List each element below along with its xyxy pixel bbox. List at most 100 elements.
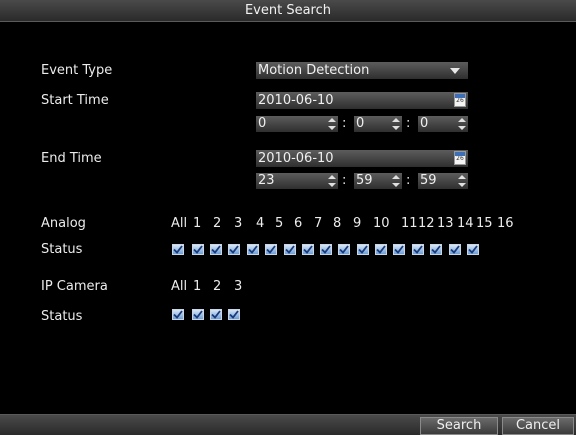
checkmark-icon <box>193 245 203 254</box>
checkmark-icon <box>193 310 203 319</box>
checkmark-icon <box>450 245 460 254</box>
end-hour-value: 23 <box>258 173 275 188</box>
channel-number-label: 1 <box>193 279 202 294</box>
channel-number-label: 4 <box>256 216 265 231</box>
channel-all-label: All <box>171 216 188 231</box>
analog-label: Analog <box>41 216 86 231</box>
channel-checkbox[interactable] <box>393 244 405 255</box>
checkmark-icon <box>303 245 313 254</box>
start-date-value: 2010-06-10 <box>258 93 334 108</box>
checkmark-icon <box>229 245 239 254</box>
event-search-window: Event Search Event Type Motion Detection… <box>0 0 576 435</box>
spin-arrows-icon[interactable] <box>328 118 336 130</box>
spin-arrows-icon[interactable] <box>392 118 400 130</box>
window-title: Event Search <box>244 3 332 18</box>
end-second-value: 59 <box>420 173 437 188</box>
time-separator: : <box>342 116 347 131</box>
checkmark-icon <box>468 245 478 254</box>
checkmark-icon <box>266 245 276 254</box>
end-date-value: 2010-06-10 <box>258 151 334 166</box>
channel-number-label: 11 <box>401 216 418 231</box>
channel-checkbox[interactable] <box>192 244 204 255</box>
checkmark-icon <box>358 245 368 254</box>
spin-arrows-icon[interactable] <box>458 175 466 187</box>
search-button[interactable]: Search <box>420 417 498 435</box>
channel-checkbox[interactable] <box>192 309 204 320</box>
start-minute-spinbox[interactable]: 0 <box>354 116 402 132</box>
channel-number-label: 9 <box>353 216 362 231</box>
calendar-icon[interactable]: 26 <box>454 93 466 107</box>
channel-checkbox[interactable] <box>412 244 424 255</box>
end-second-spinbox[interactable]: 59 <box>418 173 468 189</box>
event-type-value: Motion Detection <box>258 63 370 78</box>
analog-status-label: Status <box>41 242 83 257</box>
channel-checkbox[interactable] <box>375 244 387 255</box>
channel-checkbox[interactable] <box>210 309 222 320</box>
checkmark-icon <box>211 245 221 254</box>
channel-all-checkbox[interactable] <box>172 244 184 255</box>
channel-checkbox[interactable] <box>210 244 222 255</box>
channel-number-label: 14 <box>457 216 474 231</box>
start-date-field[interactable]: 2010-06-10 26 <box>256 92 468 109</box>
channel-number-label: 1 <box>193 216 202 231</box>
time-separator: : <box>406 116 411 131</box>
checkmark-icon <box>394 245 404 254</box>
spin-arrows-icon[interactable] <box>392 175 400 187</box>
bottom-bar: Search Cancel <box>0 414 576 435</box>
channel-number-label: 5 <box>275 216 284 231</box>
checkmark-icon <box>211 310 221 319</box>
channel-checkbox[interactable] <box>247 244 259 255</box>
title-bar: Event Search <box>0 0 576 22</box>
start-hour-spinbox[interactable]: 0 <box>256 116 338 132</box>
spin-arrows-icon[interactable] <box>328 175 336 187</box>
checkmark-icon <box>321 245 331 254</box>
channel-all-checkbox[interactable] <box>172 309 184 320</box>
end-minute-spinbox[interactable]: 59 <box>354 173 402 189</box>
channel-number-label: 6 <box>294 216 303 231</box>
calendar-icon[interactable]: 26 <box>454 151 466 165</box>
event-type-dropdown[interactable]: Motion Detection <box>256 62 468 79</box>
ip-camera-status-label: Status <box>41 309 83 324</box>
channel-number-label: 7 <box>314 216 323 231</box>
channel-checkbox[interactable] <box>357 244 369 255</box>
channel-checkbox[interactable] <box>228 244 240 255</box>
start-second-value: 0 <box>420 116 429 131</box>
checkmark-icon <box>339 245 349 254</box>
channel-number-label: 2 <box>213 279 222 294</box>
channel-checkbox[interactable] <box>284 244 296 255</box>
checkmark-icon <box>173 310 183 319</box>
chevron-down-icon <box>450 68 460 74</box>
channel-checkbox[interactable] <box>265 244 277 255</box>
time-separator: : <box>342 173 347 188</box>
end-date-field[interactable]: 2010-06-10 26 <box>256 150 468 167</box>
checkmark-icon <box>248 245 258 254</box>
checkmark-icon <box>376 245 386 254</box>
end-hour-spinbox[interactable]: 23 <box>256 173 338 189</box>
checkmark-icon <box>413 245 423 254</box>
channel-checkbox[interactable] <box>430 244 442 255</box>
checkmark-icon <box>229 310 239 319</box>
channel-all-label: All <box>171 279 188 294</box>
channel-number-label: 13 <box>437 216 454 231</box>
end-minute-value: 59 <box>356 173 373 188</box>
channel-number-label: 2 <box>213 216 222 231</box>
spin-arrows-icon[interactable] <box>458 118 466 130</box>
channel-number-label: 10 <box>373 216 390 231</box>
cancel-button[interactable]: Cancel <box>502 417 574 435</box>
channel-checkbox[interactable] <box>338 244 350 255</box>
event-type-label: Event Type <box>41 63 113 78</box>
channel-checkbox[interactable] <box>228 309 240 320</box>
channel-checkbox[interactable] <box>302 244 314 255</box>
channel-number-label: 16 <box>497 216 514 231</box>
start-minute-value: 0 <box>356 116 365 131</box>
end-time-label: End Time <box>41 151 102 166</box>
channel-checkbox[interactable] <box>467 244 479 255</box>
checkmark-icon <box>173 245 183 254</box>
channel-number-label: 12 <box>418 216 435 231</box>
checkmark-icon <box>285 245 295 254</box>
start-second-spinbox[interactable]: 0 <box>418 116 468 132</box>
channel-checkbox[interactable] <box>320 244 332 255</box>
ip-camera-label: IP Camera <box>41 279 108 294</box>
channel-number-label: 8 <box>333 216 342 231</box>
channel-checkbox[interactable] <box>449 244 461 255</box>
